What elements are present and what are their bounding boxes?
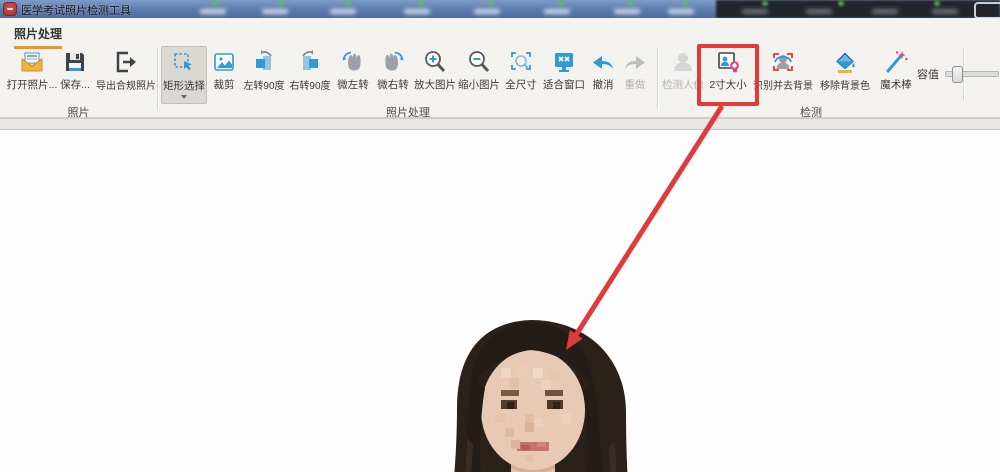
full-size-button[interactable]: 全尺寸 [501,46,541,102]
desktop-blur-text [262,9,288,14]
magic-wand-icon [882,48,910,76]
undo-icon [589,48,617,76]
desktop-blur-text [614,9,640,14]
nudge-rotate-left-icon [339,48,367,76]
fit-window-icon [550,48,578,76]
group-separator [157,48,159,110]
redo-label: 重做 [625,77,646,92]
desktop-blur-dot [628,1,634,6]
app-window: 医学考试照片检测工具 照片处理 打开照片... [0,0,1000,472]
rotate-right-90-icon [296,48,324,76]
save-label: 保存... [60,77,90,92]
rect-select-icon [170,49,198,77]
zoom-out-icon [465,48,493,76]
detect-face-icon [669,48,697,76]
desktop-blur-dot [934,1,940,6]
screenshot-corner-fragment [974,2,1000,19]
save-icon [61,48,89,76]
nudge-rotate-right-label: 微右转 [377,77,409,92]
remove-background-label: 识别并去背景 [753,77,813,92]
full-size-icon [507,48,535,76]
rect-select-button[interactable]: 矩形选择 [161,46,207,104]
export-label: 导出合规照片 [96,77,156,92]
desktop-blur-dot [488,1,494,6]
rect-select-label: 矩形选择 [163,78,205,93]
fit-window-label: 适合窗口 [543,77,585,92]
tolerance-slider[interactable] [945,71,999,77]
desktop-blur-text [806,9,832,14]
nudge-rotate-right-icon [379,48,407,76]
zoom-in-icon [421,48,449,76]
ribbon-lower-band [0,118,1000,130]
magic-wand-label: 魔术棒 [880,77,912,92]
rotate-left-90-label: 左转90度 [243,77,284,92]
rotate-left-90-button[interactable]: 左转90度 [241,46,287,102]
titlebar: 医学考试照片检测工具 [0,0,1000,19]
group-separator [657,48,659,110]
desktop-blur-dot [838,1,844,6]
crop-button[interactable]: 裁剪 [207,46,241,102]
desktop-blur-dot [682,1,688,6]
nudge-rotate-left-label: 微左转 [337,77,369,92]
desktop-blur-text [872,9,898,14]
full-size-label: 全尺寸 [505,77,537,92]
open-photo-button[interactable]: 打开照片... [8,46,56,102]
desktop-blur-text [330,9,356,14]
open-photo-icon [18,48,46,76]
desktop-blur-text [200,9,226,14]
desktop-blur-dot [762,1,768,6]
export-icon [112,48,140,76]
undo-label: 撤消 [593,77,614,92]
portrait-photo [423,318,659,472]
group-photo-processing: 矩形选择 裁剪 [161,46,651,104]
remove-background-button[interactable]: 识别并去背景 [751,46,815,102]
desktop-blur-text [404,9,430,14]
desktop-blur-dot [558,1,564,6]
desktop-blur-text [668,9,694,14]
zoom-in-button[interactable]: 放大图片 [413,46,457,102]
zoom-out-label: 缩小图片 [458,77,500,92]
rotate-right-90-label: 右转90度 [289,77,330,92]
desktop-blur-dot [418,1,424,6]
remove-background-icon [769,48,797,76]
open-photo-label: 打开照片... [7,77,58,92]
desktop-blur-dot [212,1,218,6]
redo-icon [621,48,649,76]
zoom-in-label: 放大图片 [414,77,456,92]
desktop-blur-dot [345,1,351,6]
tolerance-control: 容值 [917,46,999,102]
highlight-box [697,44,759,106]
export-compliant-photo-button[interactable]: 导出合规照片 [94,46,158,102]
crop-icon [210,48,238,76]
redo-button[interactable]: 重做 [619,46,651,102]
rotate-left-90-icon [250,48,278,76]
dropdown-caret-icon [181,95,187,99]
group-photo: 打开照片... 保存... [8,46,158,104]
desktop-blur-text [544,9,570,14]
ribbon: 照片处理 打开照片... [0,18,1000,118]
undo-button[interactable]: 撤消 [587,46,619,102]
remove-background-color-label: 移除背景色 [820,77,870,92]
magic-wand-button[interactable]: 魔术棒 [875,46,917,102]
app-icon[interactable] [4,3,16,15]
desktop-blur-text [742,9,768,14]
photo-canvas[interactable] [0,130,1000,472]
nudge-rotate-left-button[interactable]: 微左转 [333,46,373,102]
save-button[interactable]: 保存... [56,46,94,102]
desktop-blur-text [932,9,958,14]
remove-background-color-button[interactable]: 移除背景色 [817,46,873,102]
zoom-out-button[interactable]: 缩小图片 [457,46,501,102]
remove-background-color-icon [831,48,859,76]
window-title: 医学考试照片检测工具 [21,2,131,18]
rotate-right-90-button[interactable]: 右转90度 [287,46,333,102]
crop-label: 裁剪 [214,77,235,92]
tolerance-slider-thumb[interactable] [952,66,963,83]
desktop-blur-text [474,9,500,14]
fit-window-button[interactable]: 适合窗口 [541,46,587,102]
tolerance-label: 容值 [917,66,939,82]
nudge-rotate-right-button[interactable]: 微右转 [373,46,413,102]
desktop-blur-dot [278,1,284,6]
